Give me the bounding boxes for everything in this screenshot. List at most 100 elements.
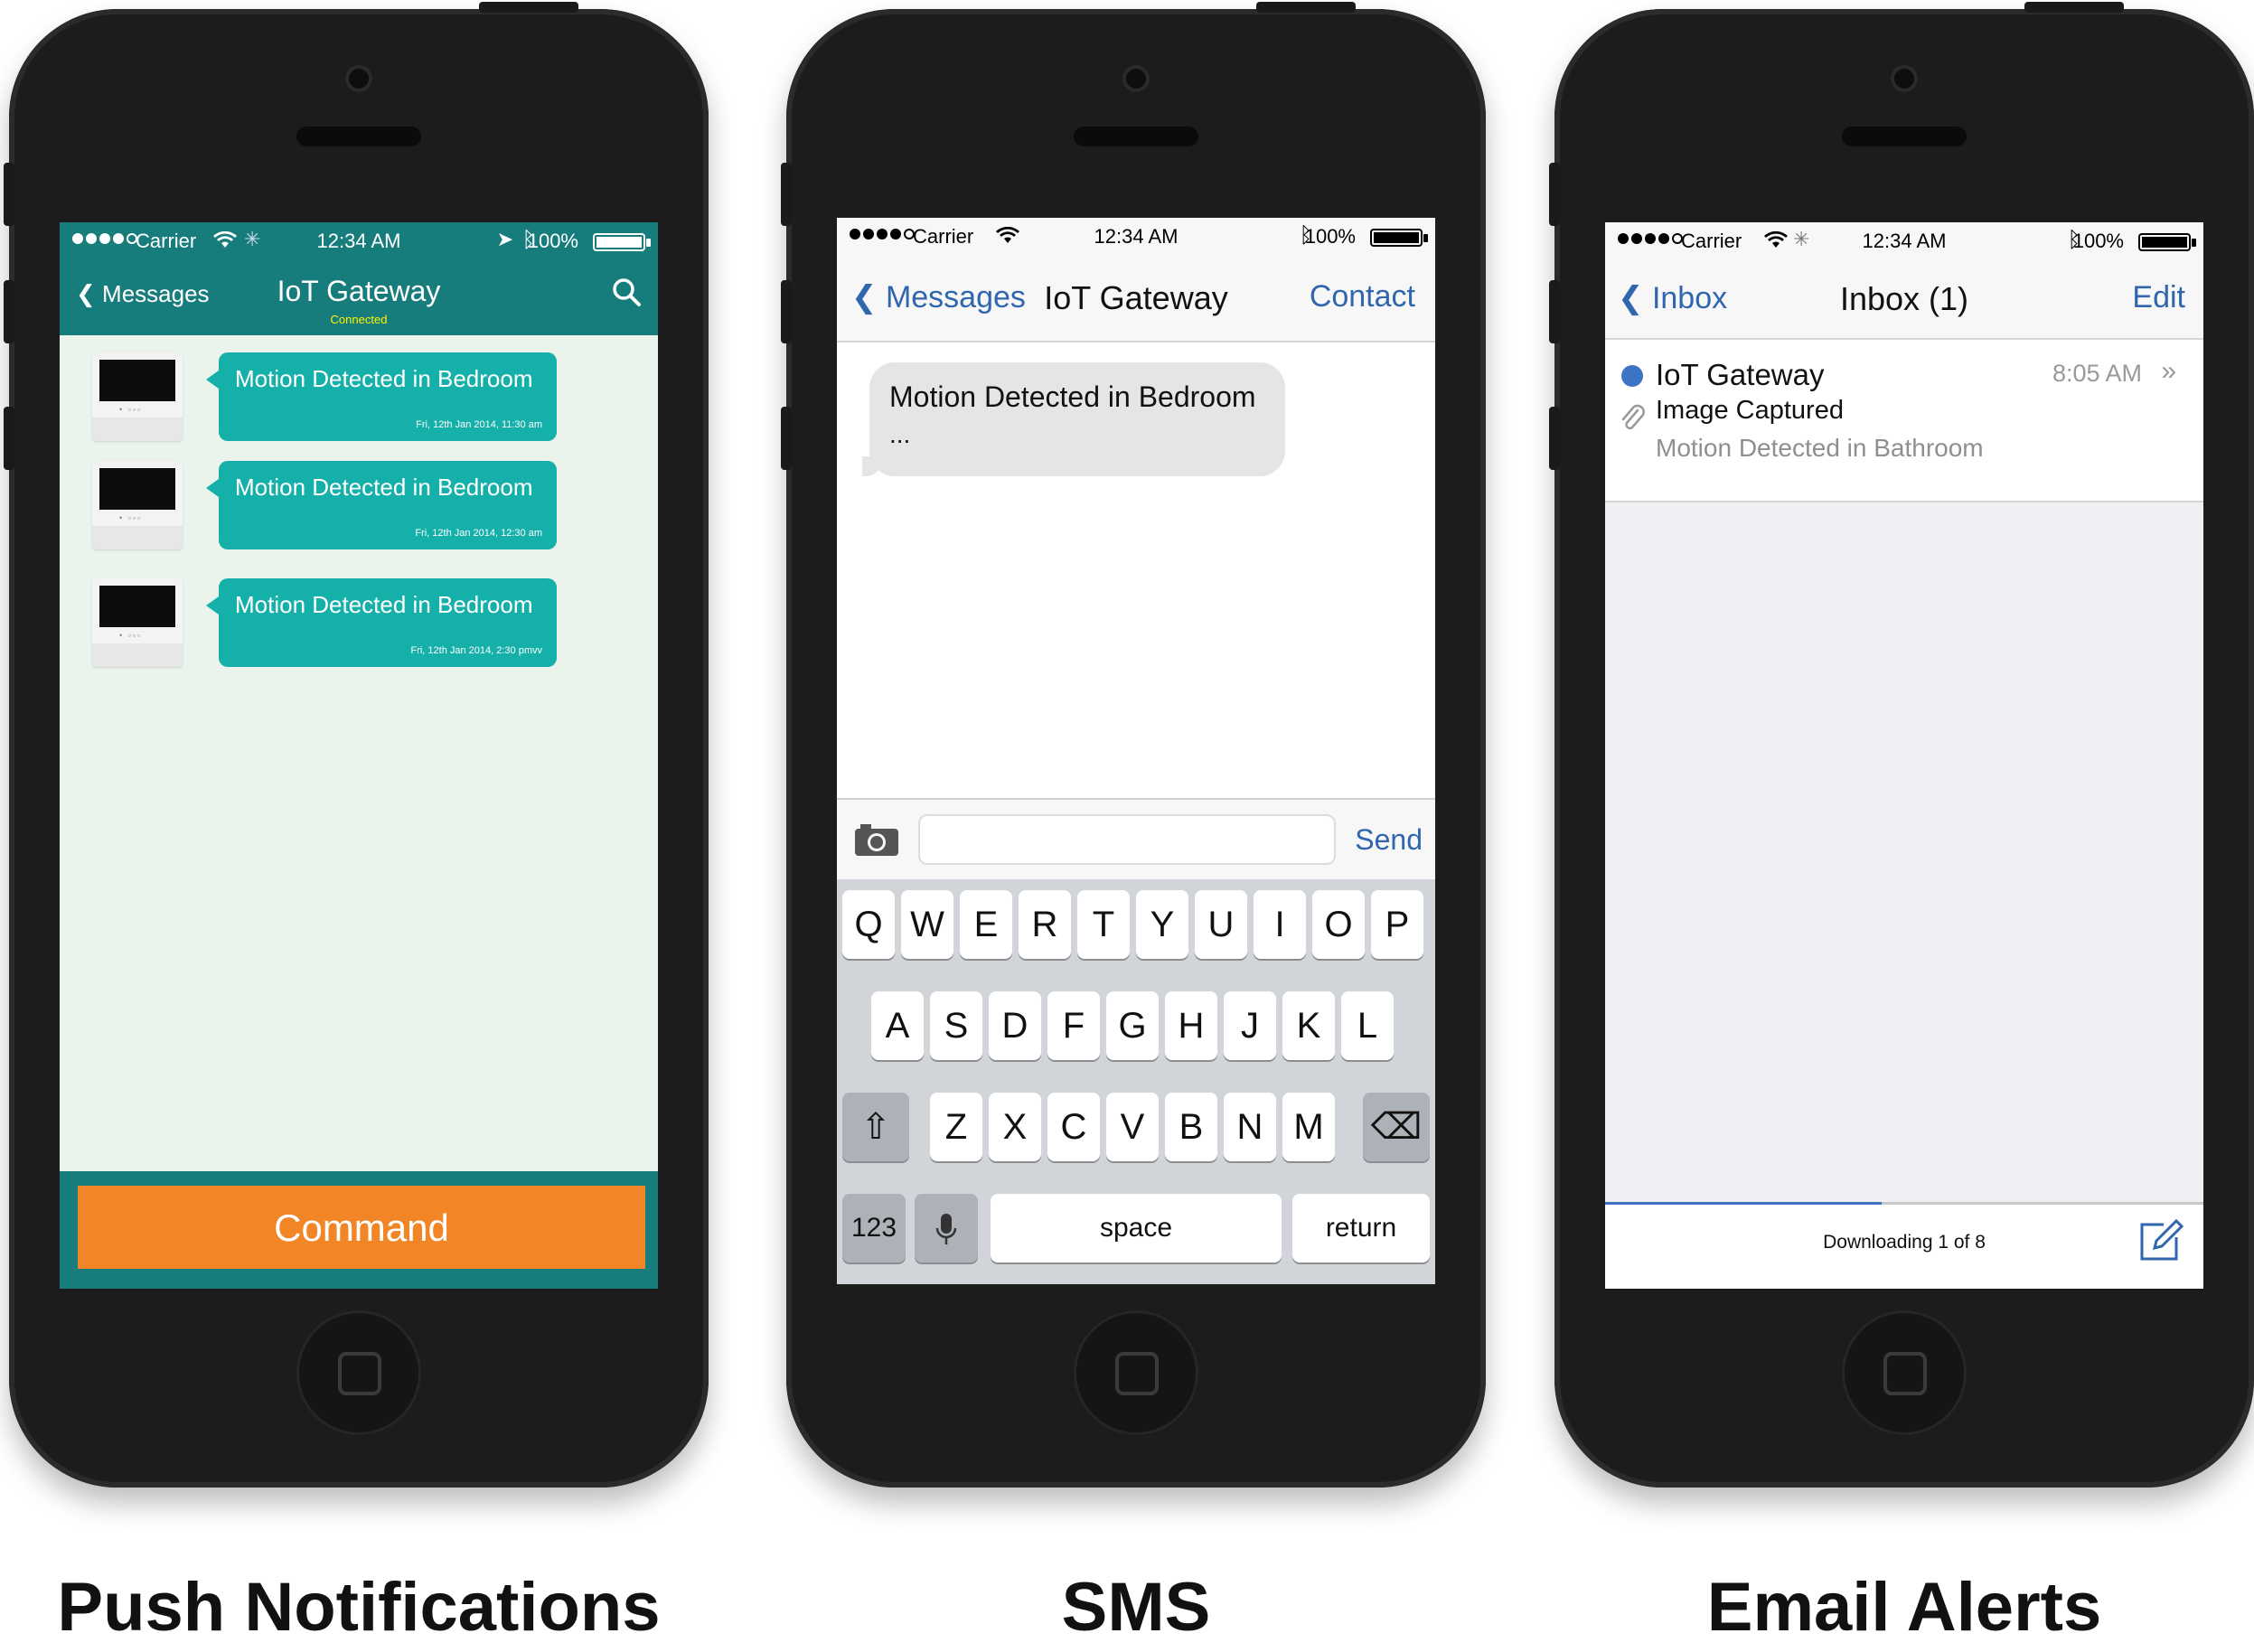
email-subject: Image Captured bbox=[1656, 396, 1844, 425]
battery-percent: 100% bbox=[1304, 225, 1356, 248]
key-q[interactable]: Q bbox=[842, 890, 895, 959]
key-u[interactable]: U bbox=[1195, 890, 1247, 959]
notification-item[interactable]: • ▫▫▫ Motion Detected in Bedroom Fri, 12… bbox=[60, 352, 658, 452]
status-bar: Carrier ✳ 12:34 AM ᛒ 100% bbox=[1605, 222, 2203, 262]
message-bubble[interactable]: Motion Detected in Bedroom ... bbox=[862, 362, 1285, 476]
key-r[interactable]: R bbox=[1019, 890, 1071, 959]
compose-bar: Send bbox=[837, 798, 1435, 881]
key-z[interactable]: Z bbox=[930, 1093, 982, 1161]
notification-item[interactable]: • ▫▫▫ Motion Detected in Bedroom Fri, 12… bbox=[60, 578, 658, 678]
volume-up-button bbox=[1549, 280, 1560, 343]
notification-item[interactable]: • ▫▫▫ Motion Detected in Bedroom Fri, 12… bbox=[60, 461, 658, 560]
shift-icon: ⇧ bbox=[860, 1107, 891, 1147]
search-icon[interactable] bbox=[611, 277, 642, 307]
key-o[interactable]: O bbox=[1312, 890, 1365, 959]
key-h[interactable]: H bbox=[1165, 991, 1217, 1060]
key-n[interactable]: N bbox=[1224, 1093, 1276, 1161]
phone-email: Carrier ✳ 12:34 AM ᛒ 100% ❮ Inbox Inbox … bbox=[1549, 2, 2254, 1488]
earpiece-speaker bbox=[296, 127, 421, 146]
phone-sms: Carrier 12:34 AM ᛒ 100% ❮ Messages IoT G… bbox=[781, 2, 1486, 1488]
location-icon: ➤ bbox=[496, 228, 513, 250]
key-g[interactable]: G bbox=[1106, 991, 1159, 1060]
notification-timestamp: Fri, 12th Jan 2014, 11:30 am bbox=[416, 419, 542, 430]
battery-icon bbox=[2138, 233, 2196, 251]
message-input[interactable] bbox=[918, 814, 1336, 865]
numbers-key[interactable]: 123 bbox=[842, 1194, 906, 1262]
message-text: Motion Detected in Bedroom bbox=[889, 380, 1256, 413]
power-button bbox=[1256, 2, 1356, 13]
contact-button[interactable]: Contact bbox=[1310, 279, 1415, 314]
shift-key[interactable]: ⇧ bbox=[842, 1093, 909, 1161]
download-progress-bar bbox=[1605, 1202, 1883, 1205]
download-status: Downloading 1 of 8 bbox=[1823, 1232, 1986, 1253]
key-v[interactable]: V bbox=[1106, 1093, 1159, 1161]
camera-thumbnail: • ▫▫▫ bbox=[92, 461, 183, 549]
mute-switch bbox=[781, 163, 792, 226]
notification-message: Motion Detected in Bedroom bbox=[235, 591, 533, 618]
caption-sms: SMS bbox=[1061, 1569, 1211, 1646]
backspace-key[interactable]: ⌫ bbox=[1363, 1093, 1430, 1161]
send-button[interactable]: Send bbox=[1355, 823, 1423, 857]
key-t[interactable]: T bbox=[1077, 890, 1130, 959]
space-key[interactable]: space bbox=[991, 1194, 1282, 1262]
caption-email: Email Alerts bbox=[1706, 1569, 2102, 1646]
mute-switch bbox=[4, 163, 14, 226]
key-x[interactable]: X bbox=[989, 1093, 1041, 1161]
camera-thumbnail: • ▫▫▫ bbox=[92, 352, 183, 441]
key-p[interactable]: P bbox=[1371, 890, 1423, 959]
key-l[interactable]: L bbox=[1341, 991, 1394, 1060]
page-title: IoT Gateway bbox=[277, 275, 441, 307]
earpiece-speaker bbox=[1074, 127, 1198, 146]
microphone-icon bbox=[935, 1214, 957, 1245]
key-j[interactable]: J bbox=[1224, 991, 1276, 1060]
home-button bbox=[1842, 1310, 1967, 1435]
key-c[interactable]: C bbox=[1047, 1093, 1100, 1161]
status-bar: Carrier ✳ 12:34 AM ➤ ᛒ 100% bbox=[60, 222, 658, 262]
phone-push: Carrier ✳ 12:34 AM ➤ ᛒ 100% ❮ Messages I… bbox=[4, 2, 709, 1488]
battery-icon bbox=[593, 233, 651, 251]
paperclip-icon bbox=[1621, 404, 1645, 430]
key-i[interactable]: I bbox=[1254, 890, 1306, 959]
battery-percent: 100% bbox=[2072, 230, 2124, 252]
camera-icon[interactable] bbox=[853, 821, 900, 858]
key-d[interactable]: D bbox=[989, 991, 1041, 1060]
unread-indicator-icon bbox=[1621, 365, 1643, 387]
bottom-toolbar: Downloading 1 of 8 bbox=[1605, 1202, 2203, 1289]
front-camera bbox=[1122, 65, 1150, 92]
compose-icon[interactable] bbox=[2137, 1217, 2184, 1264]
volume-down-button bbox=[4, 407, 14, 470]
command-button[interactable]: Command bbox=[78, 1186, 645, 1269]
notification-message: Motion Detected in Bedroom bbox=[235, 365, 533, 392]
mute-switch bbox=[1549, 163, 1560, 226]
push-header: Carrier ✳ 12:34 AM ➤ ᛒ 100% ❮ Messages I… bbox=[60, 222, 658, 335]
edit-button[interactable]: Edit bbox=[2132, 280, 2185, 315]
key-b[interactable]: B bbox=[1165, 1093, 1217, 1161]
dictation-key[interactable] bbox=[915, 1194, 978, 1262]
home-button bbox=[1074, 1310, 1198, 1435]
key-e[interactable]: E bbox=[960, 890, 1012, 959]
return-key[interactable]: return bbox=[1292, 1194, 1430, 1262]
key-m[interactable]: M bbox=[1282, 1093, 1335, 1161]
notification-timestamp: Fri, 12th Jan 2014, 2:30 pmvv bbox=[410, 645, 542, 656]
home-button bbox=[296, 1310, 421, 1435]
key-a[interactable]: A bbox=[871, 991, 924, 1060]
key-f[interactable]: F bbox=[1047, 991, 1100, 1060]
power-button bbox=[479, 2, 578, 13]
camera-thumbnail: • ▫▫▫ bbox=[92, 578, 183, 667]
page-title: Inbox (1) bbox=[1839, 280, 1969, 317]
email-time: 8:05 AM bbox=[2052, 360, 2142, 387]
key-w[interactable]: W bbox=[901, 890, 953, 959]
notification-timestamp: Fri, 12th Jan 2014, 12:30 am bbox=[415, 528, 542, 539]
key-y[interactable]: Y bbox=[1136, 890, 1188, 959]
front-camera bbox=[345, 65, 372, 92]
connection-status: Connected bbox=[330, 313, 388, 326]
volume-up-button bbox=[4, 280, 14, 343]
backspace-icon: ⌫ bbox=[1370, 1107, 1423, 1147]
sms-screen: Carrier 12:34 AM ᛒ 100% ❮ Messages IoT G… bbox=[837, 218, 1435, 1284]
notification-bubble: Motion Detected in Bedroom Fri, 12th Jan… bbox=[206, 352, 557, 441]
key-k[interactable]: K bbox=[1282, 991, 1335, 1060]
notification-message: Motion Detected in Bedroom bbox=[235, 474, 533, 501]
email-list-item[interactable]: IoT Gateway 8:05 AM » Image Captured Mot… bbox=[1605, 340, 2203, 502]
email-preview: Motion Detected in Bathroom bbox=[1656, 434, 1984, 462]
key-s[interactable]: S bbox=[930, 991, 982, 1060]
